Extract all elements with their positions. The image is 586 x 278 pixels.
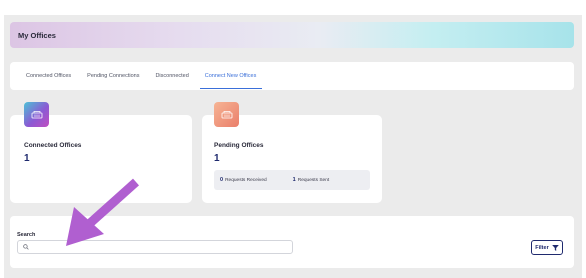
page-header: My Offices bbox=[10, 22, 574, 48]
office-building-icon bbox=[221, 111, 232, 119]
office-building-icon bbox=[31, 111, 42, 119]
requests-sent-label: Requests Sent bbox=[297, 177, 330, 183]
filter-button-label: Filter bbox=[535, 244, 549, 251]
connected-offices-badge bbox=[24, 102, 49, 127]
requests-sent[interactable]: 1 Requests Sent bbox=[293, 177, 330, 183]
tab-connect-new-offices[interactable]: Connect New Offices bbox=[199, 62, 262, 90]
search-icon bbox=[23, 244, 29, 250]
connected-offices-count: 1 bbox=[24, 153, 30, 164]
search-field[interactable] bbox=[17, 240, 293, 254]
requests-received-label: Requests Received bbox=[225, 177, 267, 183]
page-title: My Offices bbox=[18, 30, 56, 40]
tab-disconnected[interactable]: Disconnected bbox=[155, 62, 188, 90]
pending-offices-count: 1 bbox=[214, 153, 220, 164]
connected-offices-card bbox=[10, 115, 192, 203]
requests-summary: 0 Requests Received 1 Requests Sent bbox=[214, 170, 370, 190]
funnel-icon bbox=[551, 244, 559, 251]
tab-bar: Connected Offices Pending Connections Di… bbox=[10, 62, 574, 90]
search-input[interactable] bbox=[32, 242, 292, 252]
search-label: Search bbox=[17, 232, 36, 238]
pending-offices-label: Pending Offices bbox=[214, 142, 264, 149]
requests-received[interactable]: 0 Requests Received bbox=[220, 177, 267, 183]
pending-offices-badge bbox=[214, 102, 239, 127]
requests-sent-count: 1 bbox=[292, 177, 296, 183]
requests-received-count: 0 bbox=[220, 177, 224, 183]
filter-button[interactable]: Filter bbox=[531, 240, 563, 255]
tab-connected-offices[interactable]: Connected Offices bbox=[26, 62, 71, 90]
connected-offices-label: Connected Offices bbox=[24, 142, 82, 149]
tab-pending-connections[interactable]: Pending Connections bbox=[87, 62, 139, 90]
